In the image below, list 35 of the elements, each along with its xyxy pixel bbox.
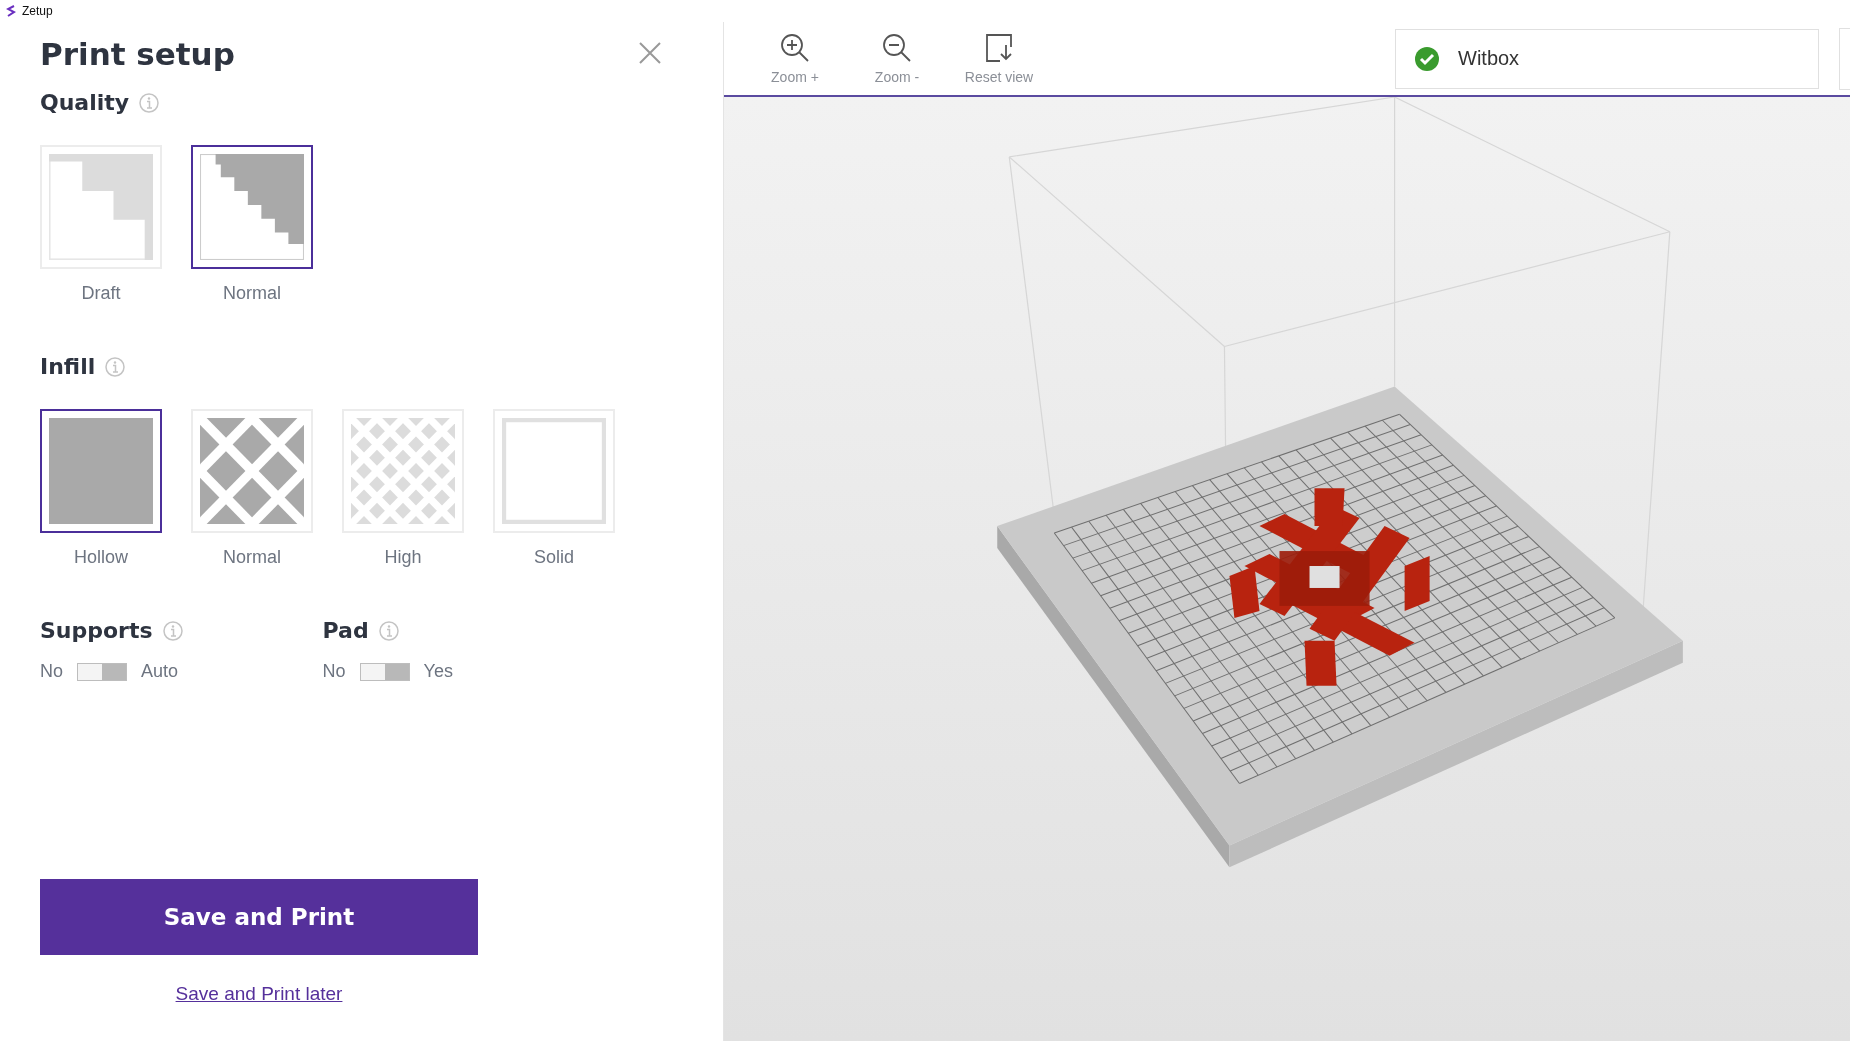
toggle-switch[interactable] <box>359 662 410 681</box>
save-later-link[interactable]: Save and Print later <box>175 983 343 1005</box>
section-heading: Infill <box>40 354 96 379</box>
toggle-on-label: Auto <box>141 661 179 682</box>
option-label: Normal <box>223 547 281 568</box>
option-label: Draft <box>81 283 121 304</box>
zoom-in-icon <box>780 32 810 63</box>
info-icon[interactable] <box>105 356 126 377</box>
option-label: Normal <box>223 283 281 304</box>
option-label: Hollow <box>74 547 128 568</box>
close-icon <box>638 41 662 65</box>
save-and-print-button[interactable]: Save and Print <box>40 879 478 955</box>
window-title: Zetup <box>22 4 53 18</box>
section-heading: Quality <box>40 90 130 115</box>
panel-title: Print setup <box>40 36 235 72</box>
option-label: High <box>384 547 422 568</box>
toggle-on-label: Yes <box>423 661 453 682</box>
info-icon[interactable] <box>162 620 183 641</box>
app-logo-icon <box>6 5 16 17</box>
section-heading: Supports <box>40 618 153 643</box>
3d-viewport[interactable] <box>724 97 1850 1041</box>
zoom-out-icon <box>882 32 912 63</box>
info-icon[interactable] <box>139 92 160 113</box>
option-tile[interactable] <box>191 145 313 269</box>
printer-status[interactable]: Witbox <box>1395 28 1819 89</box>
reset-view-icon <box>984 32 1014 63</box>
section-heading: Pad <box>322 618 369 643</box>
toggle-off-label: No <box>40 661 63 682</box>
info-icon[interactable] <box>378 620 399 641</box>
toggle-off-label: No <box>322 661 346 682</box>
option-label: Solid <box>534 547 574 568</box>
option-tile[interactable] <box>40 409 162 533</box>
printer-name: Witbox <box>1458 47 1520 70</box>
toggle-switch[interactable] <box>77 662 127 681</box>
toolbar-box <box>1839 27 1850 90</box>
